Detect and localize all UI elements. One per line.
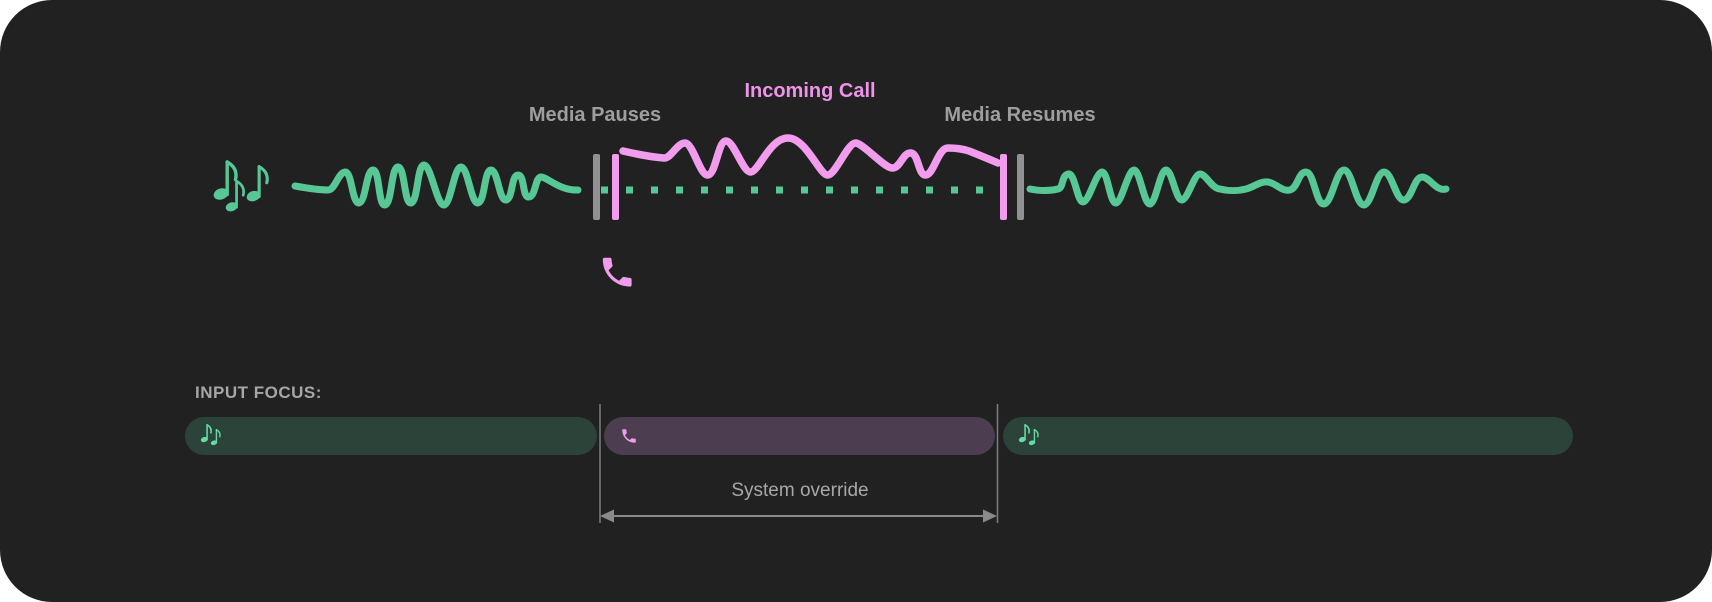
diagram-card: Media Pauses Incoming Call Media Resumes… [0,0,1712,602]
system-override-arrow [600,510,997,523]
focus-bar-media-before [185,417,597,455]
media-waveform-after [1030,170,1446,205]
media-resumes-label: Media Resumes [944,104,1095,127]
system-override-label: System override [731,480,868,502]
incoming-call-label: Incoming Call [744,80,875,103]
focus-bar-media-after [1003,417,1573,455]
media-pauses-label: Media Pauses [529,104,661,127]
media-pause-tick-pink [612,154,619,220]
media-resume-tick-gray [1017,154,1024,220]
phone-icon [603,258,632,287]
media-pause-tick-gray [593,154,600,220]
media-waveform-before [295,165,578,205]
input-focus-heading: INPUT FOCUS: [195,383,322,403]
audio-focus-diagram: Media Pauses Incoming Call Media Resumes… [0,0,1712,602]
focus-bar-call [604,417,995,455]
call-waveform [623,138,998,175]
music-notes-icon [212,162,267,213]
media-resume-tick-pink [1000,154,1007,220]
